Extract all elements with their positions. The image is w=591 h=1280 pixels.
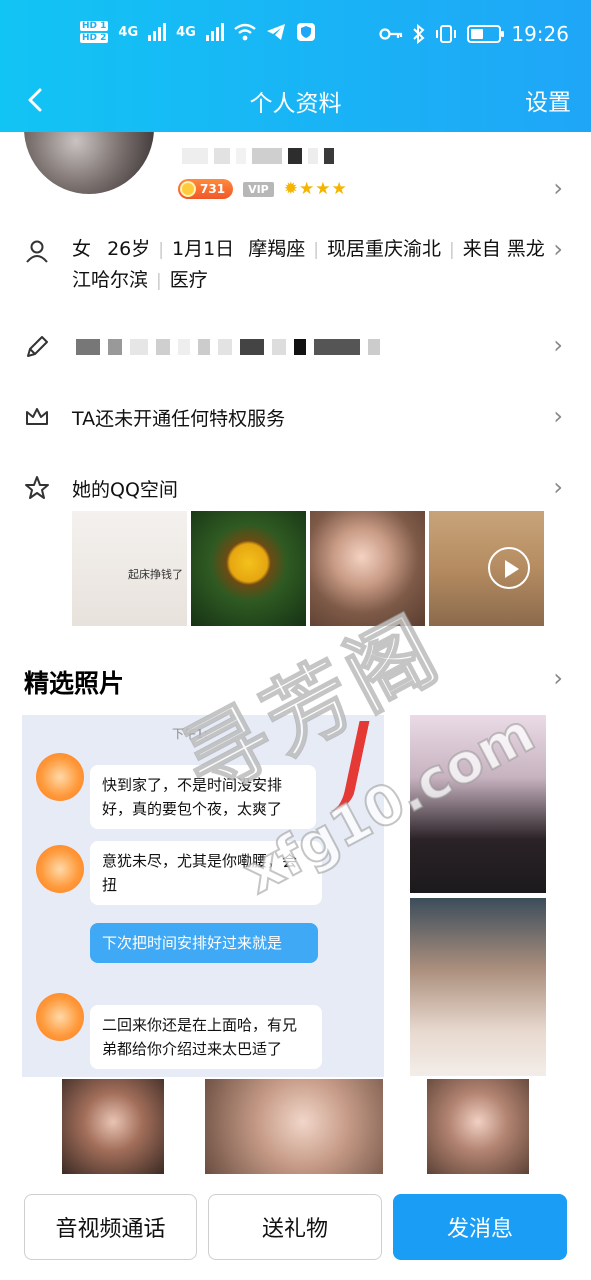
money-avatar-icon (36, 753, 84, 801)
play-icon[interactable] (488, 547, 530, 589)
avatar[interactable] (24, 132, 154, 194)
featured-chevron-icon[interactable]: › (553, 664, 563, 692)
profile-content[interactable]: 731 VIP ✹ ★ ★ ★ › 女 26岁 | 1月1日 摩羯座 | 现居重庆渝北 |… (0, 132, 591, 1180)
battery-icon (467, 25, 505, 43)
bottom-action-bar: 音视频通话 送礼物 发消息 (0, 1180, 591, 1280)
coin-icon (180, 181, 196, 197)
hd1-label: HD 1 (80, 21, 109, 31)
status-right: 19:26 (379, 22, 569, 46)
network-2-label: 4G (176, 24, 196, 40)
badge-row[interactable]: 731 VIP ✹ ★ ★ ★ (178, 179, 347, 199)
featured-photo-5[interactable] (205, 1079, 383, 1174)
coin-count: 731 (200, 182, 226, 196)
qzone-label[interactable]: 她的QQ空间 (72, 475, 178, 502)
money-avatar-icon (36, 993, 84, 1041)
qzone-photo-2[interactable] (191, 511, 306, 626)
nav-bar: 个人资料 设置 (0, 70, 591, 132)
separator: | (156, 271, 162, 291)
vibrate-icon (436, 25, 457, 43)
signature-chevron-icon[interactable]: › (553, 331, 563, 359)
chat-message-4: 二回来你还是在上面哈，有兄弟都给你介绍过来太巴适了 (90, 1005, 322, 1069)
age: 26岁 (107, 238, 151, 260)
profile-header-chevron-icon[interactable]: › (553, 174, 563, 202)
chat-message-3: 下次把时间安排好过来就是 (90, 923, 318, 963)
shield-icon (296, 23, 315, 41)
featured-photos-title: 精选照片 (24, 669, 125, 698)
telegram-icon (266, 24, 285, 40)
signal-2-icon (205, 23, 224, 41)
star-outline-icon (25, 476, 49, 499)
person-icon (26, 240, 48, 263)
hd2-label: HD 2 (80, 33, 109, 43)
av-call-button[interactable]: 音视频通话 (24, 1194, 197, 1260)
star-icon: ★ (331, 179, 347, 199)
qzone-photos[interactable]: 起床挣钱了 (72, 511, 544, 626)
separator: | (158, 240, 164, 260)
privilege-label[interactable]: TA还未开通任何特权服务 (72, 404, 285, 431)
qzone-photo-1[interactable]: 起床挣钱了 (72, 511, 187, 626)
qzone-photo-4[interactable] (429, 511, 544, 626)
pencil-icon (27, 336, 48, 357)
gender: 女 (72, 238, 92, 260)
coin-badge[interactable]: 731 (178, 179, 234, 199)
birthday: 1月1日 (171, 238, 235, 260)
wifi-icon (234, 23, 256, 41)
key-icon (379, 28, 403, 40)
hometown-prefix: 来自 (462, 238, 501, 260)
star-icon: ★ (298, 179, 315, 199)
featured-photo-3[interactable] (410, 898, 546, 1076)
crown-icon (26, 408, 48, 425)
money-avatar-icon (36, 845, 84, 893)
settings-button[interactable]: 设置 (525, 83, 571, 117)
featured-photo-4[interactable] (62, 1079, 164, 1174)
qzone-chevron-icon[interactable]: › (553, 473, 563, 501)
qzone-photo-caption: 起床挣钱了 (128, 568, 183, 581)
zodiac: 摩羯座 (248, 238, 306, 260)
signature-blurred[interactable] (76, 339, 380, 355)
bluetooth-icon (413, 24, 425, 44)
status-bar: HD 1 HD 2 4G 4G 19:26 (0, 0, 591, 70)
info-chevron-icon[interactable]: › (553, 235, 563, 263)
privilege-chevron-icon[interactable]: › (553, 402, 563, 430)
sun-icon: ✹ (283, 179, 298, 199)
clock: 19:26 (511, 22, 569, 46)
separator: | (448, 240, 455, 260)
vip-badge[interactable]: VIP (243, 181, 274, 197)
featured-photo-6[interactable] (427, 1079, 529, 1174)
send-gift-button[interactable]: 送礼物 (208, 1194, 382, 1260)
status-left: HD 1 HD 2 4G 4G (80, 20, 316, 44)
occupation: 医疗 (169, 269, 208, 291)
level-icons[interactable]: ✹ ★ ★ ★ (284, 179, 347, 199)
personal-info[interactable]: 女 26岁 | 1月1日 摩羯座 | 现居重庆渝北 | 来自 黑龙江哈尔滨 | 医疗 (72, 234, 552, 296)
residence: 现居重庆渝北 (326, 238, 441, 260)
network-1-label: 4G (118, 24, 139, 40)
hd-indicator: HD 1 HD 2 (80, 20, 109, 44)
send-message-button[interactable]: 发消息 (393, 1194, 567, 1260)
page-title: 个人资料 (249, 91, 342, 117)
signal-icon (148, 23, 167, 41)
star-icon: ★ (315, 179, 331, 199)
nickname-blurred (182, 148, 334, 164)
separator: | (313, 240, 319, 260)
